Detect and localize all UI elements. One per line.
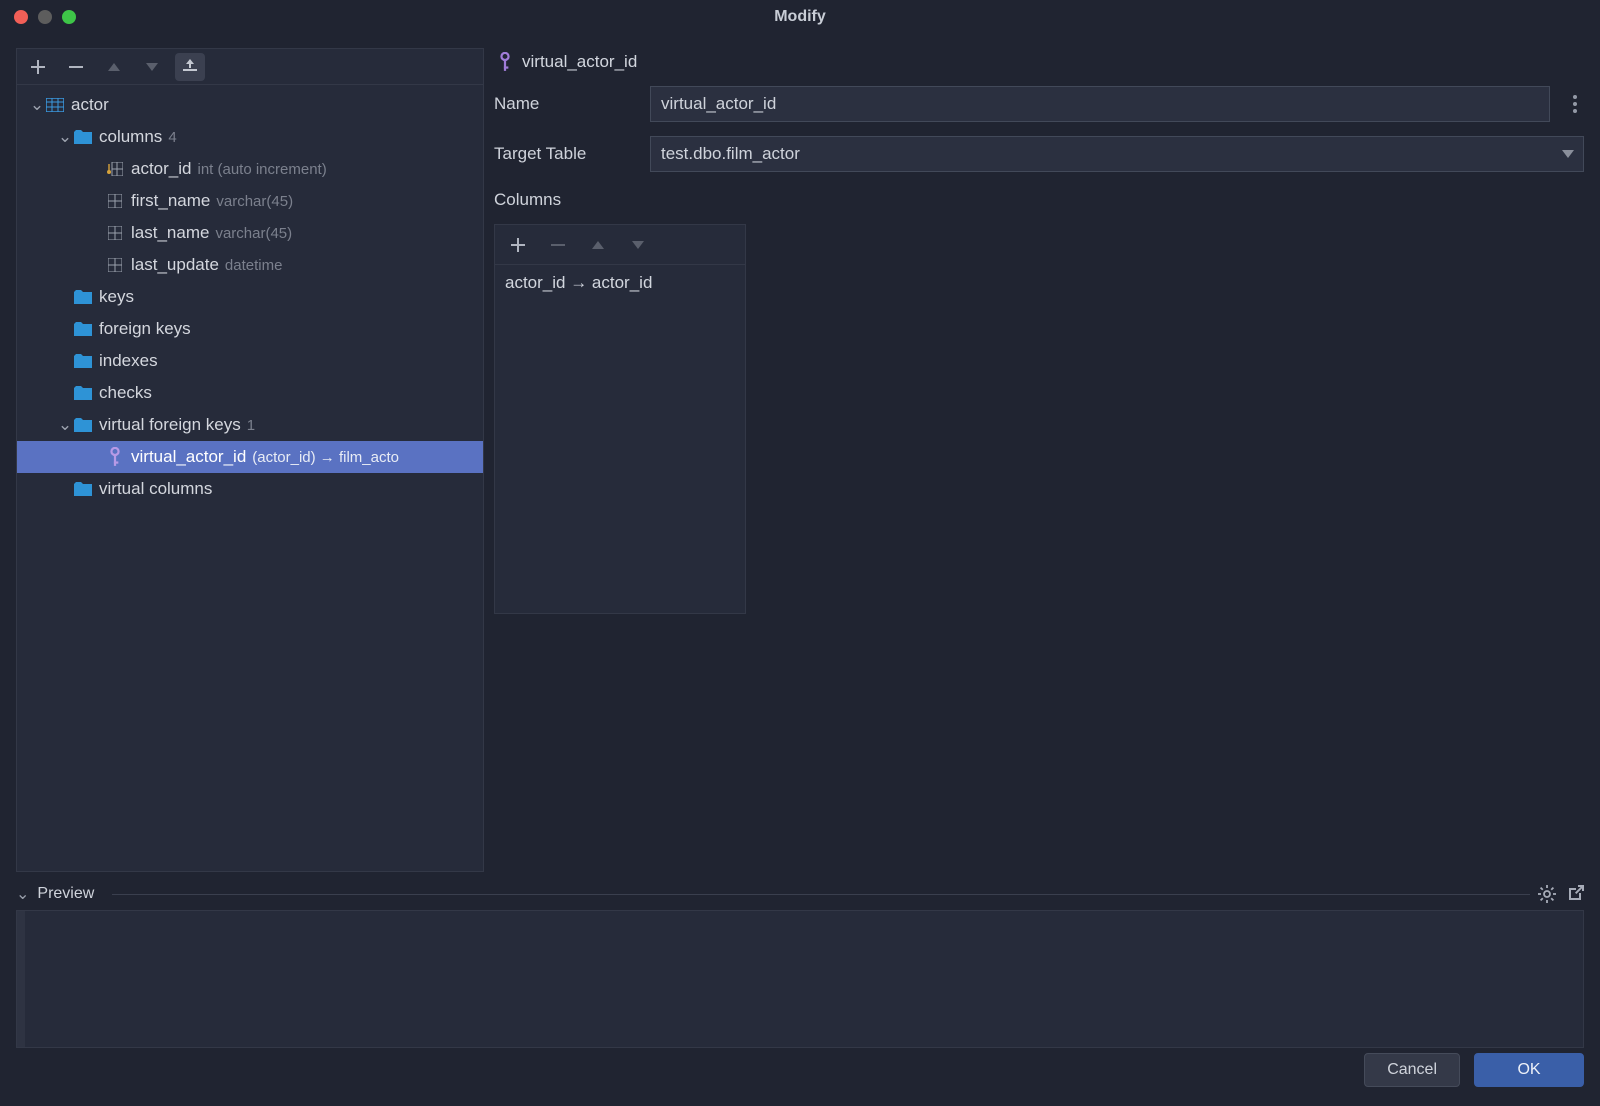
tree-foreign-keys[interactable]: foreign keys: [17, 313, 483, 345]
pk-column-icon: [105, 162, 125, 176]
columns-list[interactable]: actor_id → actor_id: [495, 265, 745, 301]
table-icon: [45, 98, 65, 112]
column-mapping-row[interactable]: actor_id → actor_id: [505, 273, 735, 293]
columns-toolbar: [495, 225, 745, 265]
editor-gutter: [17, 911, 25, 1047]
folder-icon: [73, 418, 93, 432]
tree-vfk-item[interactable]: virtual_actor_id (actor_id) → film_acto: [17, 441, 483, 473]
name-label: Name: [494, 94, 634, 114]
folder-icon: [73, 354, 93, 368]
folder-icon: [73, 482, 93, 496]
more-icon[interactable]: [1566, 95, 1584, 113]
upper-area: ⌄ actor ⌄ columns 4 actor_id int (auto i…: [16, 48, 1584, 872]
tree-col-last-update[interactable]: last_update datetime: [17, 249, 483, 281]
chevron-down-icon: ⌄: [16, 884, 29, 904]
tree-col-actor-id[interactable]: actor_id int (auto increment): [17, 153, 483, 185]
preview-editor[interactable]: [16, 910, 1584, 1048]
folder-icon: [73, 130, 93, 144]
columns-box: actor_id → actor_id: [494, 224, 746, 614]
maximize-icon[interactable]: [62, 10, 76, 24]
key-icon: [105, 447, 125, 467]
remove-button[interactable]: [61, 53, 91, 81]
add-button[interactable]: [23, 53, 53, 81]
tree-vfk-group[interactable]: ⌄ virtual foreign keys 1: [17, 409, 483, 441]
move-up-button: [583, 231, 613, 259]
tree-keys[interactable]: keys: [17, 281, 483, 313]
chevron-down-icon: ⌄: [57, 127, 73, 147]
separator: [112, 894, 1530, 895]
columns-label: Columns: [494, 190, 1584, 210]
folder-icon: [73, 386, 93, 400]
key-icon: [498, 52, 512, 72]
detail-header: virtual_actor_id: [494, 52, 1584, 72]
tree-columns-group[interactable]: ⌄ columns 4: [17, 121, 483, 153]
cancel-button[interactable]: Cancel: [1364, 1053, 1460, 1087]
popout-icon[interactable]: [1566, 885, 1584, 903]
remove-button: [543, 231, 573, 259]
preview-section: ⌄ Preview: [16, 884, 1584, 1048]
tree-root-actor[interactable]: ⌄ actor: [17, 89, 483, 121]
tree-body[interactable]: ⌄ actor ⌄ columns 4 actor_id int (auto i…: [17, 85, 483, 871]
tree-col-last-name[interactable]: last_name varchar(45): [17, 217, 483, 249]
expand-button[interactable]: [175, 53, 205, 81]
chevron-down-icon: ⌄: [57, 415, 73, 435]
minimize-icon[interactable]: [38, 10, 52, 24]
tree-checks[interactable]: checks: [17, 377, 483, 409]
tree-toolbar: [17, 49, 483, 85]
detail-title: virtual_actor_id: [522, 52, 637, 72]
ok-button[interactable]: OK: [1474, 1053, 1584, 1087]
window-title: Modify: [774, 8, 826, 26]
chevron-down-icon: ⌄: [29, 95, 45, 115]
move-down-button: [623, 231, 653, 259]
name-row: Name: [494, 86, 1584, 122]
titlebar: Modify: [0, 0, 1600, 34]
move-down-button: [137, 53, 167, 81]
target-select[interactable]: [650, 136, 1584, 172]
name-input[interactable]: [650, 86, 1550, 122]
folder-icon: [73, 290, 93, 304]
target-label: Target Table: [494, 144, 634, 164]
tree-panel: ⌄ actor ⌄ columns 4 actor_id int (auto i…: [16, 48, 484, 872]
preview-label: Preview: [37, 885, 94, 903]
column-icon: [105, 194, 125, 208]
body: ⌄ actor ⌄ columns 4 actor_id int (auto i…: [0, 34, 1600, 1048]
chevron-down-icon: [1562, 150, 1574, 158]
add-button[interactable]: [503, 231, 533, 259]
column-icon: [105, 258, 125, 272]
tree-indexes[interactable]: indexes: [17, 345, 483, 377]
traffic-lights: [14, 10, 76, 24]
footer: Cancel OK: [0, 1048, 1600, 1106]
modify-dialog: Modify ⌄ actor: [0, 0, 1600, 1106]
preview-header[interactable]: ⌄ Preview: [16, 884, 1584, 904]
column-icon: [105, 226, 125, 240]
tree-col-first-name[interactable]: first_name varchar(45): [17, 185, 483, 217]
target-row: Target Table: [494, 136, 1584, 172]
folder-icon: [73, 322, 93, 336]
close-icon[interactable]: [14, 10, 28, 24]
tree-virtual-columns[interactable]: virtual columns: [17, 473, 483, 505]
move-up-button: [99, 53, 129, 81]
detail-panel: virtual_actor_id Name Target Table Colum…: [494, 48, 1584, 872]
gear-icon[interactable]: [1538, 885, 1556, 903]
